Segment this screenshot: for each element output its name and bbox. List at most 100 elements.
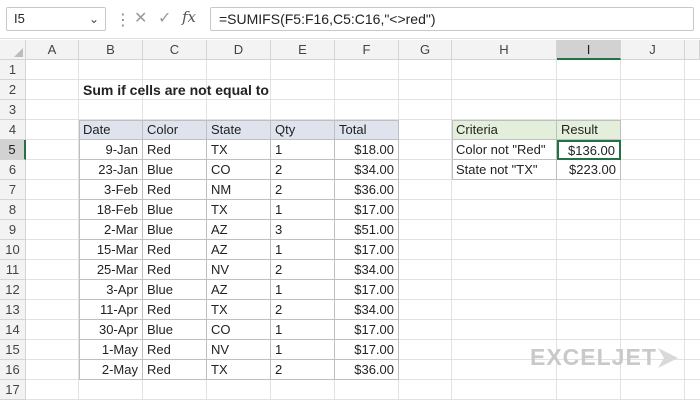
table-cell[interactable]: 15-Mar (79, 240, 143, 260)
table-cell[interactable]: $17.00 (335, 280, 399, 300)
table-cell[interactable]: 2-Mar (79, 220, 143, 240)
row-header-5[interactable]: 5 (0, 140, 26, 160)
table-cell[interactable]: TX (207, 360, 271, 380)
row-header-1[interactable]: 1 (0, 60, 26, 80)
row-header-2[interactable]: 2 (0, 80, 26, 100)
row-header-12[interactable]: 12 (0, 280, 26, 300)
table-cell[interactable]: 2 (271, 180, 335, 200)
table-cell[interactable]: 1-May (79, 340, 143, 360)
column-header-i[interactable]: I (557, 40, 621, 60)
criteria-label-cell[interactable]: Color not "Red" (452, 140, 557, 160)
row-header-16[interactable]: 16 (0, 360, 26, 380)
row-header-17[interactable]: 17 (0, 380, 26, 400)
formula-input[interactable]: =SUMIFS(F5:F16,C5:C16,"<>red") (210, 7, 694, 31)
table-cell[interactable]: $51.00 (335, 220, 399, 240)
table-cell[interactable]: NV (207, 260, 271, 280)
table-cell[interactable]: 3-Apr (79, 280, 143, 300)
column-header-j[interactable]: J (621, 40, 685, 60)
table-cell[interactable]: TX (207, 200, 271, 220)
table-cell[interactable]: 2 (271, 160, 335, 180)
column-header-g[interactable]: G (399, 40, 452, 60)
table-cell[interactable]: Red (143, 240, 207, 260)
table-cell[interactable]: TX (207, 300, 271, 320)
enter-check-icon[interactable]: ✓ (158, 8, 171, 28)
table-cell[interactable]: AZ (207, 240, 271, 260)
row-header-8[interactable]: 8 (0, 200, 26, 220)
result-cell[interactable]: $223.00 (557, 160, 621, 180)
table-cell[interactable]: 1 (271, 240, 335, 260)
cancel-icon[interactable]: ✕ (134, 8, 147, 28)
table-cell[interactable]: Red (143, 180, 207, 200)
column-header-a[interactable]: A (26, 40, 79, 60)
table-cell[interactable]: 18-Feb (79, 200, 143, 220)
table-cell[interactable]: CO (207, 160, 271, 180)
column-header-b[interactable]: B (79, 40, 143, 60)
table-cell[interactable]: Blue (143, 200, 207, 220)
table-cell[interactable]: $36.00 (335, 180, 399, 200)
table-cell[interactable]: $34.00 (335, 260, 399, 280)
column-header-e[interactable]: E (271, 40, 335, 60)
table-cell[interactable]: 3 (271, 220, 335, 240)
row-header-9[interactable]: 9 (0, 220, 26, 240)
row-header-11[interactable]: 11 (0, 260, 26, 280)
column-header-d[interactable]: D (207, 40, 271, 60)
row-header-6[interactable]: 6 (0, 160, 26, 180)
table-cell[interactable]: AZ (207, 280, 271, 300)
table-cell[interactable]: NV (207, 340, 271, 360)
table-cell[interactable]: CO (207, 320, 271, 340)
table-cell[interactable]: $17.00 (335, 340, 399, 360)
criteria-header-criteria[interactable]: Criteria (452, 120, 557, 140)
table-cell[interactable]: 11-Apr (79, 300, 143, 320)
table-cell[interactable]: $18.00 (335, 140, 399, 160)
row-header-10[interactable]: 10 (0, 240, 26, 260)
column-header-c[interactable]: C (143, 40, 207, 60)
table-cell[interactable]: Blue (143, 280, 207, 300)
table-cell[interactable]: $17.00 (335, 320, 399, 340)
table-cell[interactable]: $17.00 (335, 240, 399, 260)
table-cell[interactable]: 2 (271, 260, 335, 280)
selected-result-cell[interactable]: $136.00 (557, 140, 621, 160)
chevron-down-icon[interactable]: ⌄ (89, 8, 99, 30)
table-cell[interactable]: 30-Apr (79, 320, 143, 340)
table-cell[interactable]: 1 (271, 280, 335, 300)
table-cell[interactable]: Red (143, 360, 207, 380)
table-cell[interactable]: 2-May (79, 360, 143, 380)
table-cell[interactable]: 2 (271, 300, 335, 320)
column-header-f[interactable]: F (335, 40, 399, 60)
table-cell[interactable]: 2 (271, 360, 335, 380)
table-cell[interactable]: Blue (143, 320, 207, 340)
row-header-7[interactable]: 7 (0, 180, 26, 200)
table-cell[interactable]: $34.00 (335, 300, 399, 320)
table-cell[interactable]: NM (207, 180, 271, 200)
table-cell[interactable]: $34.00 (335, 160, 399, 180)
table-cell[interactable]: 9-Jan (79, 140, 143, 160)
row-header-4[interactable]: 4 (0, 120, 26, 140)
table-cell[interactable]: AZ (207, 220, 271, 240)
name-box[interactable]: I5 ⌄ (6, 7, 106, 31)
insert-function-icon[interactable]: fx (182, 8, 196, 26)
row-header-13[interactable]: 13 (0, 300, 26, 320)
table-cell[interactable]: 23-Jan (79, 160, 143, 180)
table-header-color[interactable]: Color (143, 120, 207, 140)
table-cell[interactable]: Blue (143, 220, 207, 240)
table-header-state[interactable]: State (207, 120, 271, 140)
table-cell[interactable]: Red (143, 340, 207, 360)
criteria-label-cell[interactable]: State not "TX" (452, 160, 557, 180)
table-cell[interactable]: Red (143, 140, 207, 160)
table-cell[interactable]: Blue (143, 160, 207, 180)
table-cell[interactable]: 3-Feb (79, 180, 143, 200)
table-header-total[interactable]: Total (335, 120, 399, 140)
table-cell[interactable]: $17.00 (335, 200, 399, 220)
table-header-qty[interactable]: Qty (271, 120, 335, 140)
table-cell[interactable]: 1 (271, 140, 335, 160)
table-cell[interactable]: TX (207, 140, 271, 160)
table-cell[interactable]: Red (143, 260, 207, 280)
table-header-date[interactable]: Date (79, 120, 143, 140)
column-header-k[interactable] (685, 40, 700, 60)
row-header-3[interactable]: 3 (0, 100, 26, 120)
select-all-corner[interactable] (0, 40, 26, 60)
table-cell[interactable]: Red (143, 300, 207, 320)
table-cell[interactable]: 25-Mar (79, 260, 143, 280)
table-cell[interactable]: 1 (271, 340, 335, 360)
row-header-15[interactable]: 15 (0, 340, 26, 360)
